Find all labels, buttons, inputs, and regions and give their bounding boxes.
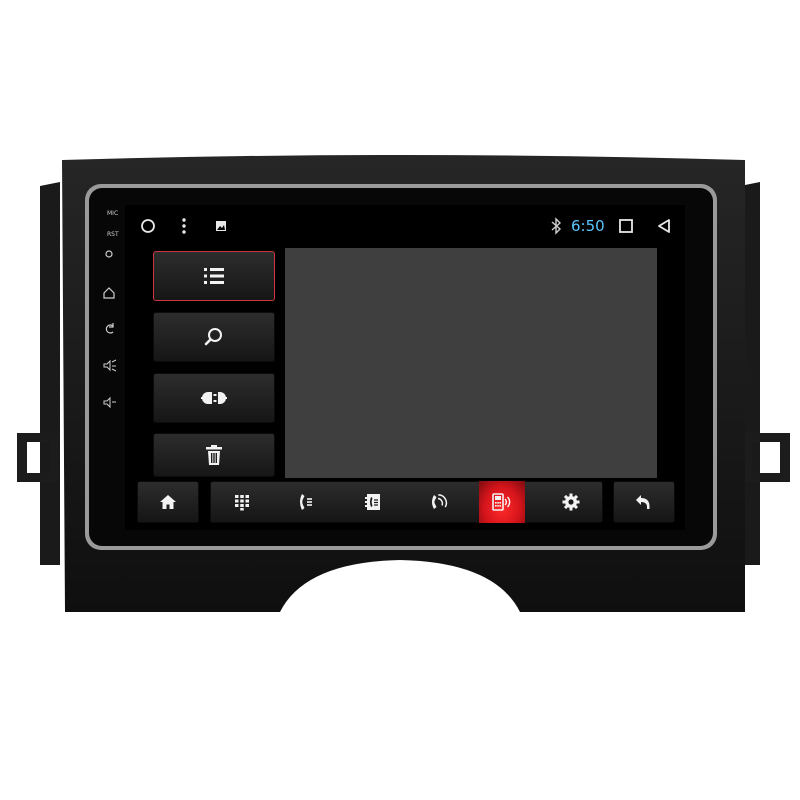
device-signal-icon [490,492,514,512]
phone-icon [429,492,449,512]
list-icon [201,264,227,288]
home-button[interactable] [137,481,199,523]
home-icon [158,492,178,512]
status-clock: 6:50 [571,217,605,235]
right-tab [742,433,790,482]
content-area [285,248,657,478]
back-arrow-icon [634,492,654,512]
recents-square-icon[interactable] [617,216,635,236]
gear-icon [561,492,581,512]
contacts-button[interactable] [350,482,396,522]
dialpad-button[interactable] [219,482,265,522]
left-bracket [40,182,60,565]
trash-icon [203,443,225,467]
dialpad-icon [233,493,251,511]
screen: 6:50 [125,205,685,530]
back-button[interactable] [613,481,675,523]
bluetooth-device-button[interactable] [479,481,525,523]
call-log-icon [297,492,315,512]
settings-button[interactable] [548,482,594,522]
pair-button[interactable] [153,373,275,423]
mic-label: MIC [107,210,118,217]
more-vert-icon[interactable] [179,216,189,236]
dock-bar [210,481,603,523]
plug-connect-icon [199,386,229,410]
delete-button[interactable] [153,433,275,477]
search-button[interactable] [153,312,275,362]
image-icon [214,216,228,236]
contacts-icon [363,492,383,512]
phone-button[interactable] [416,482,462,522]
search-icon [202,325,226,349]
home-circle-icon[interactable] [139,216,157,236]
left-tab [17,433,58,482]
back-triangle-icon[interactable] [655,216,673,236]
status-bar: 6:50 [125,205,685,247]
call-log-button[interactable] [283,482,329,522]
list-button[interactable] [153,251,275,301]
rst-label: RST [107,231,119,238]
bluetooth-icon [549,216,563,236]
